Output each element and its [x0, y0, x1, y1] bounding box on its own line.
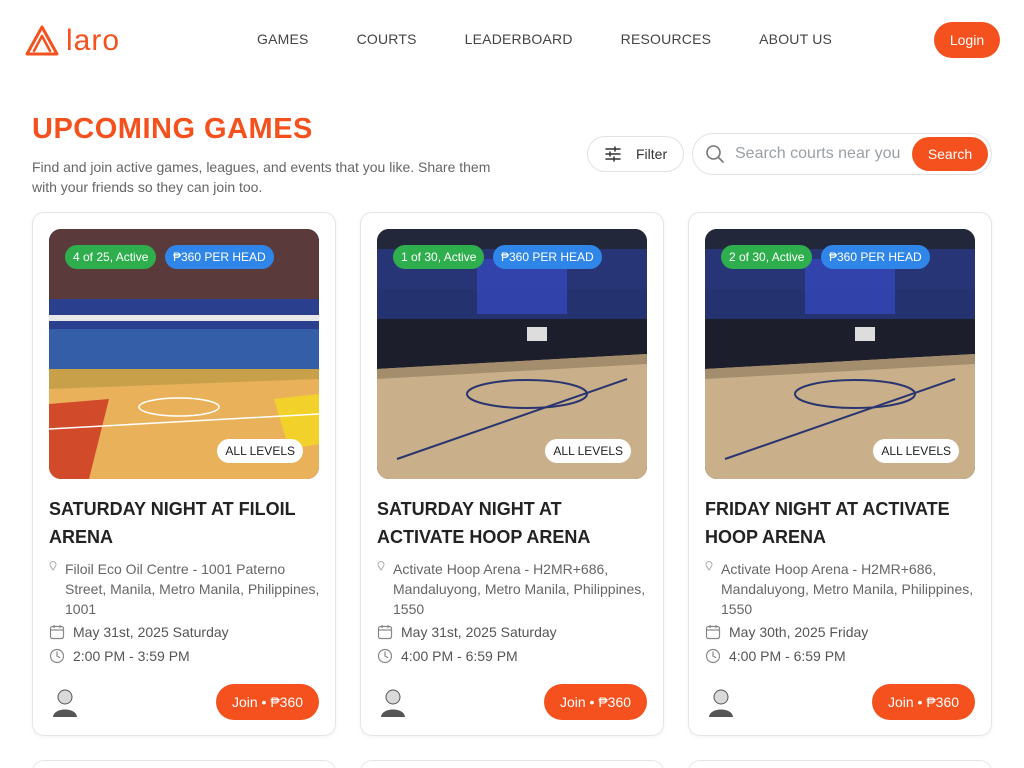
clock-icon [377, 648, 393, 664]
level-badge: ALL LEVELS [873, 439, 959, 463]
game-card[interactable]: 2 of 30, Active ₱360 PER HEAD ALL LEVELS… [688, 212, 992, 736]
game-title: FRIDAY NIGHT AT ACTIVATE HOOP ARENA [705, 499, 950, 547]
calendar-icon [377, 625, 393, 640]
calendar-icon [705, 625, 721, 640]
clock-icon [49, 648, 65, 664]
host-avatar[interactable] [51, 687, 79, 717]
search-button[interactable]: Search [912, 137, 988, 171]
calendar-icon [49, 625, 65, 640]
time-text: 4:00 PM - 6:59 PM [729, 648, 846, 664]
price-badge: ₱360 PER HEAD [821, 245, 930, 269]
time-text: 2:00 PM - 3:59 PM [73, 648, 190, 664]
host-avatar[interactable] [379, 687, 407, 717]
page-subtitle: Find and join active games, leagues, and… [32, 159, 491, 195]
clock-icon [705, 648, 721, 664]
nav-courts[interactable]: COURTS [357, 31, 417, 47]
nav-about-us[interactable]: ABOUT US [759, 31, 832, 47]
header: laro GAMES COURTS LEADERBOARD RESOURCES … [0, 0, 1024, 80]
game-date: May 30th, 2025 Friday [705, 624, 868, 640]
game-address: Filoil Eco Oil Centre - 1001 Paterno Str… [49, 559, 327, 619]
main-nav: GAMES COURTS LEADERBOARD RESOURCES ABOUT… [233, 31, 856, 47]
login-button[interactable]: Login [934, 22, 1000, 58]
game-card-peek[interactable] [360, 760, 664, 768]
magnifier-icon [706, 145, 724, 163]
time-text: 4:00 PM - 6:59 PM [401, 648, 518, 664]
date-text: May 31st, 2025 Saturday [73, 624, 229, 640]
map-pin-icon [705, 561, 713, 571]
game-address: Activate Hoop Arena - H2MR+686, Mandaluy… [705, 559, 983, 619]
game-time: 4:00 PM - 6:59 PM [705, 648, 846, 664]
game-title: SATURDAY NIGHT AT ACTIVATE HOOP ARENA [377, 499, 591, 547]
game-title: SATURDAY NIGHT AT FILOIL ARENA [49, 499, 296, 547]
price-badge: ₱360 PER HEAD [493, 245, 602, 269]
sliders-icon [605, 146, 621, 162]
map-pin-icon [49, 561, 57, 571]
host-avatar[interactable] [707, 687, 735, 717]
slots-badge: 2 of 30, Active [721, 245, 813, 269]
join-button[interactable]: Join • ₱360 [544, 684, 647, 720]
level-badge: ALL LEVELS [545, 439, 631, 463]
price-badge: ₱360 PER HEAD [165, 245, 274, 269]
game-card-peek[interactable] [688, 760, 992, 768]
join-button[interactable]: Join • ₱360 [216, 684, 319, 720]
nav-resources[interactable]: RESOURCES [621, 31, 711, 47]
address-text: Filoil Eco Oil Centre - 1001 Paterno Str… [65, 561, 320, 617]
game-card[interactable]: 1 of 30, Active ₱360 PER HEAD ALL LEVELS… [360, 212, 664, 736]
game-date: May 31st, 2025 Saturday [377, 624, 557, 640]
search-input[interactable] [735, 145, 915, 163]
address-text: Activate Hoop Arena - H2MR+686, Mandaluy… [393, 561, 646, 617]
join-button[interactable]: Join • ₱360 [872, 684, 975, 720]
court-photo: 4 of 25, Active ₱360 PER HEAD ALL LEVELS [49, 229, 319, 479]
page-title: UPCOMING GAMES [32, 113, 313, 145]
address-text: Activate Hoop Arena - H2MR+686, Mandaluy… [721, 561, 974, 617]
court-photo: 2 of 30, Active ₱360 PER HEAD ALL LEVELS [705, 229, 975, 479]
date-text: May 31st, 2025 Saturday [401, 624, 557, 640]
game-card-peek[interactable] [32, 760, 336, 768]
map-pin-icon [377, 561, 385, 571]
court-photo: 1 of 30, Active ₱360 PER HEAD ALL LEVELS [377, 229, 647, 479]
nav-leaderboard[interactable]: LEADERBOARD [465, 31, 573, 47]
date-text: May 30th, 2025 Friday [729, 624, 869, 640]
logo-text: laro [66, 24, 121, 57]
laro-logo[interactable]: laro [24, 24, 120, 58]
game-address: Activate Hoop Arena - H2MR+686, Mandaluy… [377, 559, 655, 619]
game-time: 2:00 PM - 3:59 PM [49, 648, 190, 664]
slots-badge: 4 of 25, Active [65, 245, 157, 269]
nav-games[interactable]: GAMES [257, 31, 309, 47]
game-time: 4:00 PM - 6:59 PM [377, 648, 518, 664]
level-badge: ALL LEVELS [217, 439, 303, 463]
search-bar: Search [692, 133, 992, 175]
laro-logo-icon [25, 25, 59, 56]
filter-button[interactable]: Filter [587, 136, 684, 172]
game-card[interactable]: 4 of 25, Active ₱360 PER HEAD ALL LEVELS… [32, 212, 336, 736]
game-date: May 31st, 2025 Saturday [49, 624, 229, 640]
filter-label: Filter [636, 146, 668, 162]
slots-badge: 1 of 30, Active [393, 245, 485, 269]
